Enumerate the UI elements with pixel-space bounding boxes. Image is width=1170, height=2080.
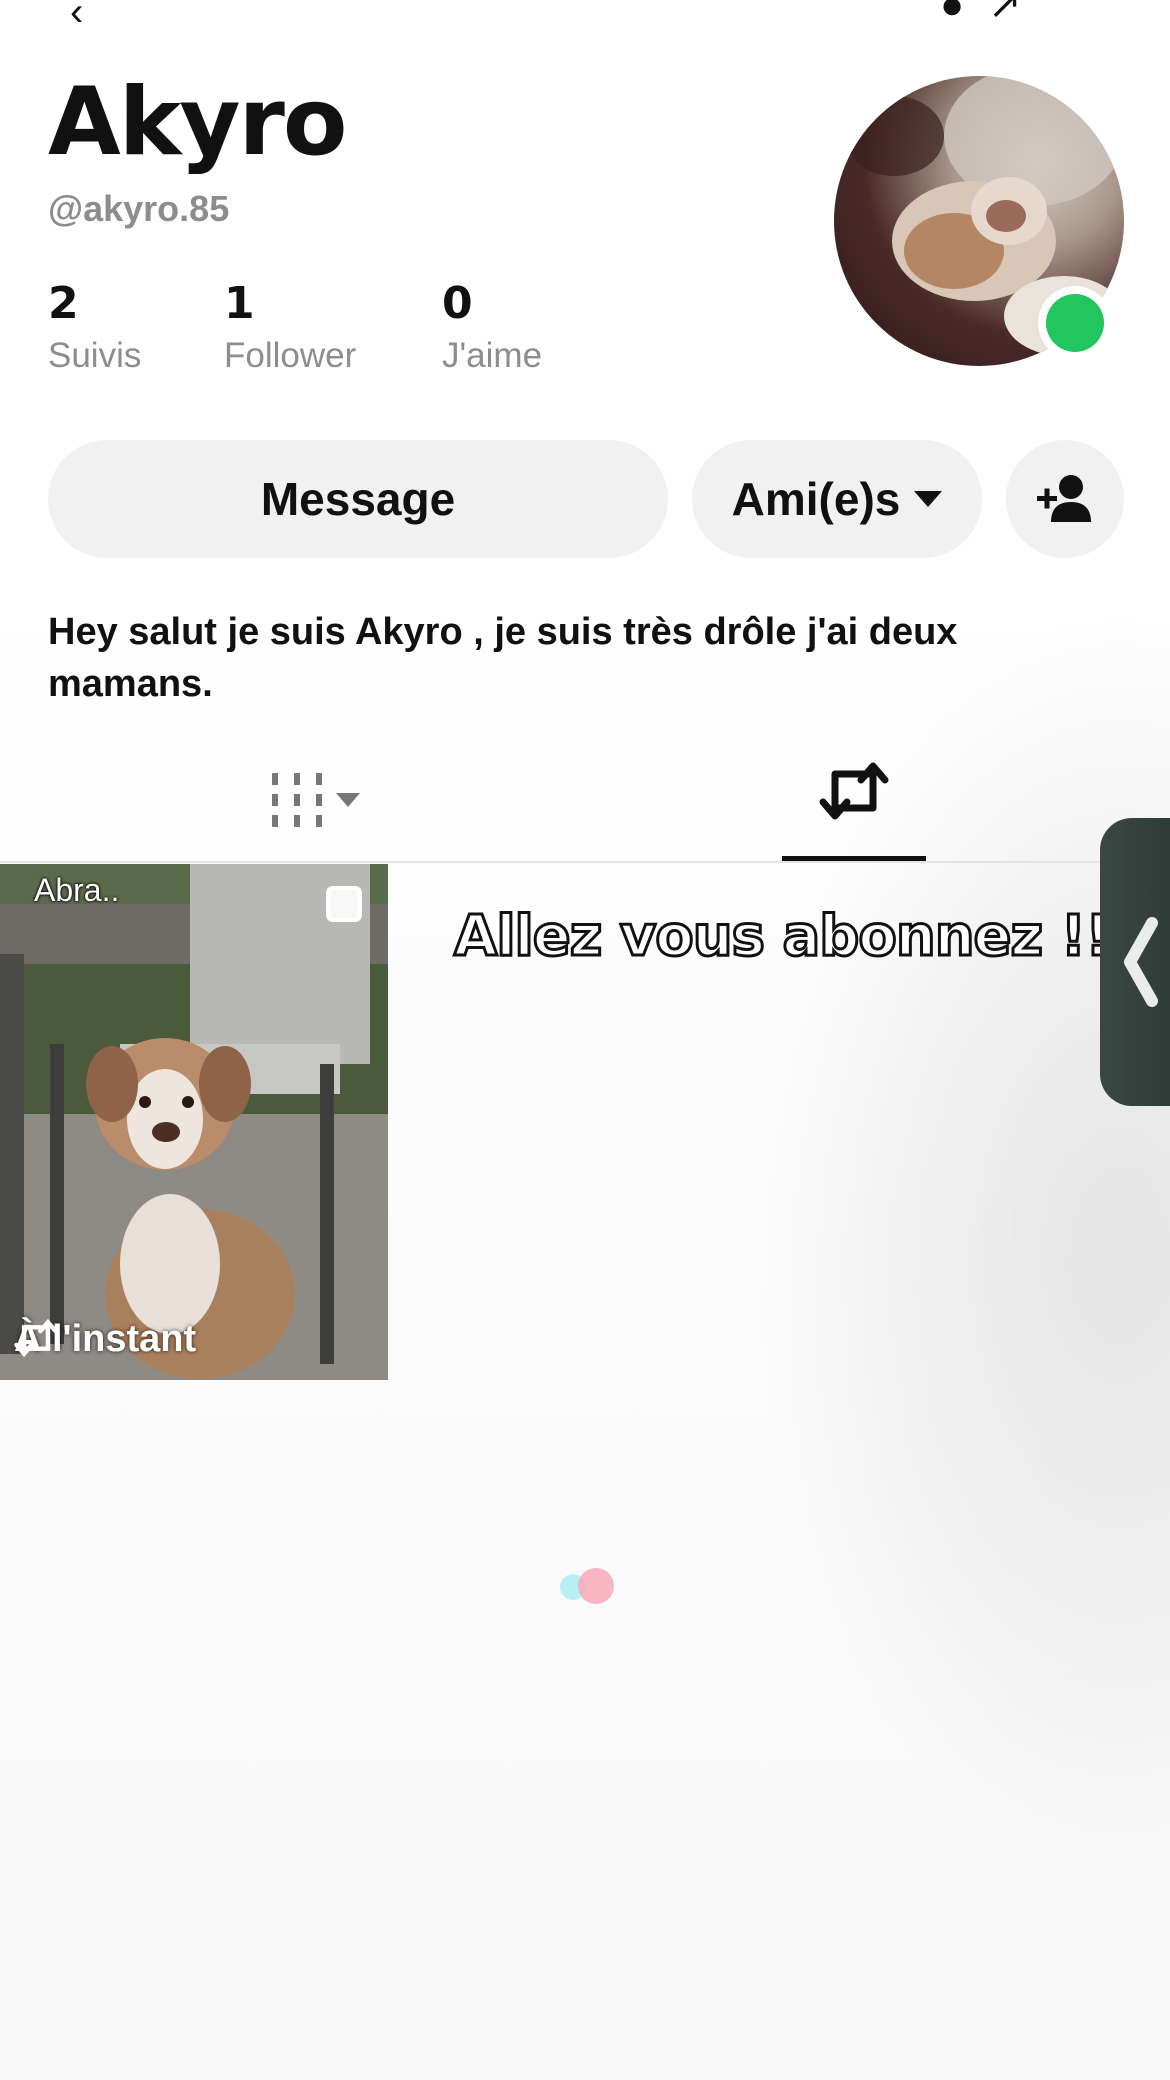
- side-panel-handle[interactable]: [1100, 818, 1170, 1106]
- profile-username: @akyro.85: [48, 188, 230, 229]
- stat-likes-count: 0: [442, 278, 473, 329]
- friends-label: Ami(e)s: [731, 473, 901, 525]
- tab-reposts[interactable]: [782, 760, 926, 860]
- avatar[interactable]: [834, 76, 1124, 366]
- stat-following[interactable]: 2 Suivis: [48, 282, 141, 376]
- profile-display-name: Akyro: [48, 68, 347, 177]
- top-actions-icons[interactable]: ●↗: [940, 0, 1046, 28]
- message-button[interactable]: Message: [48, 440, 668, 558]
- multi-photo-icon: [326, 886, 362, 922]
- stat-likes[interactable]: 0 J'aime: [442, 282, 542, 376]
- online-status-indicator: [1038, 286, 1112, 360]
- stat-followers-label: Follower: [224, 336, 357, 375]
- stat-followers-count: 1: [224, 278, 255, 329]
- share-icon[interactable]: ↗: [988, 0, 1046, 27]
- thumbnail-image: [0, 864, 388, 1380]
- friends-dropdown-button[interactable]: Ami(e)s: [692, 440, 982, 558]
- tab-videos[interactable]: [272, 770, 382, 830]
- tab-divider: [0, 861, 1170, 863]
- repost-icon: [819, 762, 889, 820]
- profile-bio: Hey salut je suis Akyro , je suis très d…: [48, 611, 958, 705]
- add-friend-button[interactable]: [1006, 440, 1124, 558]
- chevron-down-icon: [336, 793, 360, 807]
- loading-indicator: [560, 1568, 620, 1604]
- stat-followers[interactable]: 1 Follower: [224, 282, 356, 376]
- stat-following-label: Suivis: [48, 336, 142, 375]
- thumbnail-caption: Abra..: [34, 872, 120, 908]
- repost-icon: [14, 1318, 58, 1358]
- stat-likes-label: J'aime: [442, 336, 543, 375]
- video-thumbnail[interactable]: Abra.. À l'instant: [0, 864, 388, 1380]
- stat-following-count: 2: [48, 278, 79, 329]
- add-user-icon: [1037, 475, 1091, 522]
- notification-icon[interactable]: ●: [940, 0, 988, 27]
- thumbnail-footer: À l'instant: [14, 1318, 196, 1361]
- grid-icon: [272, 773, 322, 827]
- back-icon[interactable]: ‹: [70, 0, 83, 35]
- chevron-left-icon: [1124, 917, 1158, 1007]
- overlay-caption-text: Allez vous abonnez !!: [453, 903, 1113, 971]
- chevron-down-icon: [914, 491, 943, 507]
